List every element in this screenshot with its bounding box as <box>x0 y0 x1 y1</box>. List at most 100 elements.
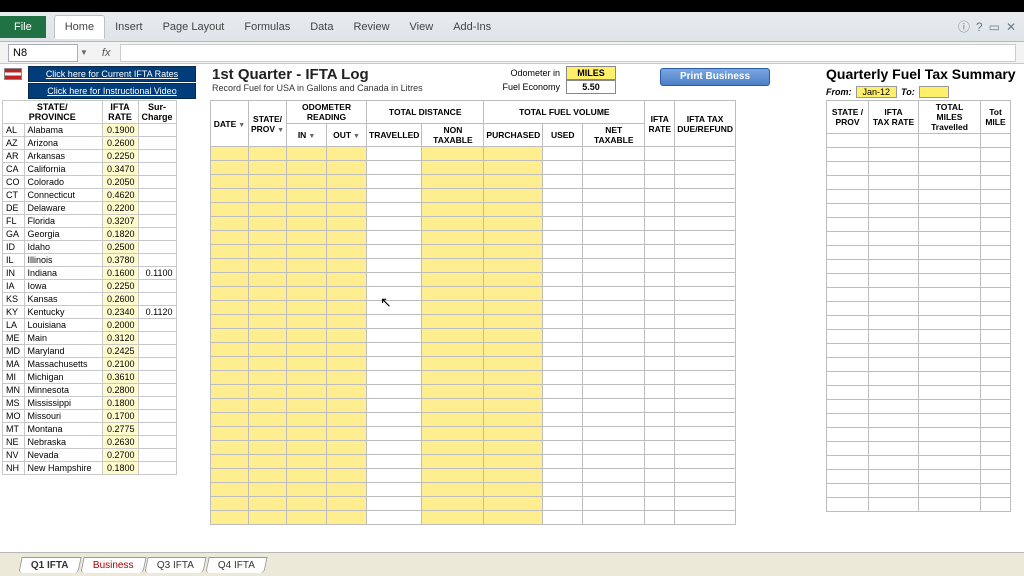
log-row[interactable] <box>211 217 736 231</box>
state-row[interactable]: MNMinnesota0.2800 <box>3 384 177 397</box>
state-row[interactable]: LALouisiana0.2000 <box>3 319 177 332</box>
state-row[interactable]: ALAlabama0.1900 <box>3 124 177 137</box>
log-row[interactable] <box>211 287 736 301</box>
state-row[interactable]: DEDelaware0.2200 <box>3 202 177 215</box>
summary-row[interactable] <box>827 302 1011 316</box>
fuel-economy-value[interactable]: 5.50 <box>566 80 616 94</box>
sheet-tab-q3[interactable]: Q3 IFTA <box>144 557 206 573</box>
log-row[interactable] <box>211 343 736 357</box>
hdr-state-prov[interactable]: STATE/ PROV▼ <box>249 101 287 147</box>
state-row[interactable]: MDMaryland0.2425 <box>3 345 177 358</box>
hdr-in[interactable]: IN▼ <box>287 124 327 147</box>
log-row[interactable] <box>211 203 736 217</box>
log-row[interactable] <box>211 371 736 385</box>
log-row[interactable] <box>211 273 736 287</box>
log-row[interactable] <box>211 301 736 315</box>
log-row[interactable] <box>211 357 736 371</box>
ribbon-tab-home[interactable]: Home <box>54 15 105 39</box>
state-row[interactable]: NHNew Hampshire0.1800 <box>3 462 177 475</box>
window-close-icon[interactable]: ✕ <box>1006 20 1016 34</box>
log-row[interactable] <box>211 455 736 469</box>
state-row[interactable]: ARArkansas0.2250 <box>3 150 177 163</box>
state-row[interactable]: FLFlorida0.3207 <box>3 215 177 228</box>
question-icon[interactable]: ? <box>976 20 983 34</box>
ribbon-tab-formulas[interactable]: Formulas <box>234 16 300 38</box>
summary-row[interactable] <box>827 330 1011 344</box>
log-row[interactable] <box>211 469 736 483</box>
log-row[interactable] <box>211 231 736 245</box>
ribbon-tab-data[interactable]: Data <box>300 16 343 38</box>
state-row[interactable]: CACalifornia0.3470 <box>3 163 177 176</box>
summary-row[interactable] <box>827 442 1011 456</box>
summary-row[interactable] <box>827 288 1011 302</box>
log-row[interactable] <box>211 511 736 525</box>
log-row[interactable] <box>211 315 736 329</box>
file-tab[interactable]: File <box>0 16 46 38</box>
summary-row[interactable] <box>827 498 1011 512</box>
sheet-tab-business[interactable]: Business <box>80 557 146 573</box>
ribbon-tab-view[interactable]: View <box>400 16 444 38</box>
from-value[interactable]: Jan-12 <box>856 86 898 98</box>
log-row[interactable] <box>211 497 736 511</box>
state-row[interactable]: NENebraska0.2630 <box>3 436 177 449</box>
log-row[interactable] <box>211 483 736 497</box>
log-row[interactable] <box>211 259 736 273</box>
state-row[interactable]: IAIowa0.2250 <box>3 280 177 293</box>
state-row[interactable]: MTMontana0.2775 <box>3 423 177 436</box>
state-row[interactable]: INIndiana0.16000.1100 <box>3 267 177 280</box>
sheet-tab-q1[interactable]: Q1 IFTA <box>18 557 81 573</box>
summary-row[interactable] <box>827 358 1011 372</box>
ribbon-tab-insert[interactable]: Insert <box>105 16 153 38</box>
state-row[interactable]: NVNevada0.2700 <box>3 449 177 462</box>
log-row[interactable] <box>211 245 736 259</box>
window-min-icon[interactable]: ▭ <box>989 20 1000 34</box>
summary-row[interactable] <box>827 428 1011 442</box>
help-icon[interactable]: ⓘ <box>958 18 970 35</box>
worksheet[interactable]: Click here for Current IFTA Rates Click … <box>0 64 1024 552</box>
log-row[interactable] <box>211 189 736 203</box>
state-row[interactable]: GAGeorgia0.1820 <box>3 228 177 241</box>
state-row[interactable]: MIMichigan0.3610 <box>3 371 177 384</box>
state-row[interactable]: ILIllinois0.3780 <box>3 254 177 267</box>
summary-row[interactable] <box>827 204 1011 218</box>
formula-input[interactable] <box>120 44 1016 62</box>
name-box[interactable] <box>8 44 78 62</box>
log-row[interactable] <box>211 399 736 413</box>
print-business-button[interactable]: Print Business <box>660 68 770 86</box>
summary-row[interactable] <box>827 148 1011 162</box>
state-row[interactable]: MSMississippi0.1800 <box>3 397 177 410</box>
log-row[interactable] <box>211 161 736 175</box>
summary-row[interactable] <box>827 344 1011 358</box>
to-value[interactable] <box>919 86 949 98</box>
summary-row[interactable] <box>827 400 1011 414</box>
summary-row[interactable] <box>827 316 1011 330</box>
state-row[interactable]: CTConnecticut0.4620 <box>3 189 177 202</box>
summary-row[interactable] <box>827 372 1011 386</box>
summary-row[interactable] <box>827 414 1011 428</box>
ribbon-tab-review[interactable]: Review <box>343 16 399 38</box>
sheet-tab-q4[interactable]: Q4 IFTA <box>206 557 268 573</box>
state-row[interactable]: KYKentucky0.23400.1120 <box>3 306 177 319</box>
state-row[interactable]: MOMissouri0.1700 <box>3 410 177 423</box>
log-row[interactable] <box>211 175 736 189</box>
summary-row[interactable] <box>827 470 1011 484</box>
summary-row[interactable] <box>827 246 1011 260</box>
summary-row[interactable] <box>827 162 1011 176</box>
hdr-out[interactable]: OUT▼ <box>327 124 367 147</box>
log-row[interactable] <box>211 427 736 441</box>
state-row[interactable]: AZArizona0.2600 <box>3 137 177 150</box>
log-row[interactable] <box>211 441 736 455</box>
ribbon-tab-page-layout[interactable]: Page Layout <box>153 16 235 38</box>
odometer-unit[interactable]: MILES <box>566 66 616 80</box>
state-row[interactable]: IDIdaho0.2500 <box>3 241 177 254</box>
state-row[interactable]: COColorado0.2050 <box>3 176 177 189</box>
hdr-date[interactable]: DATE▼ <box>211 101 249 147</box>
log-row[interactable] <box>211 413 736 427</box>
summary-row[interactable] <box>827 218 1011 232</box>
state-row[interactable]: MAMassachusetts0.2100 <box>3 358 177 371</box>
log-row[interactable] <box>211 329 736 343</box>
summary-row[interactable] <box>827 484 1011 498</box>
summary-row[interactable] <box>827 190 1011 204</box>
namebox-dropdown-icon[interactable]: ▼ <box>80 48 88 57</box>
log-row[interactable] <box>211 147 736 161</box>
